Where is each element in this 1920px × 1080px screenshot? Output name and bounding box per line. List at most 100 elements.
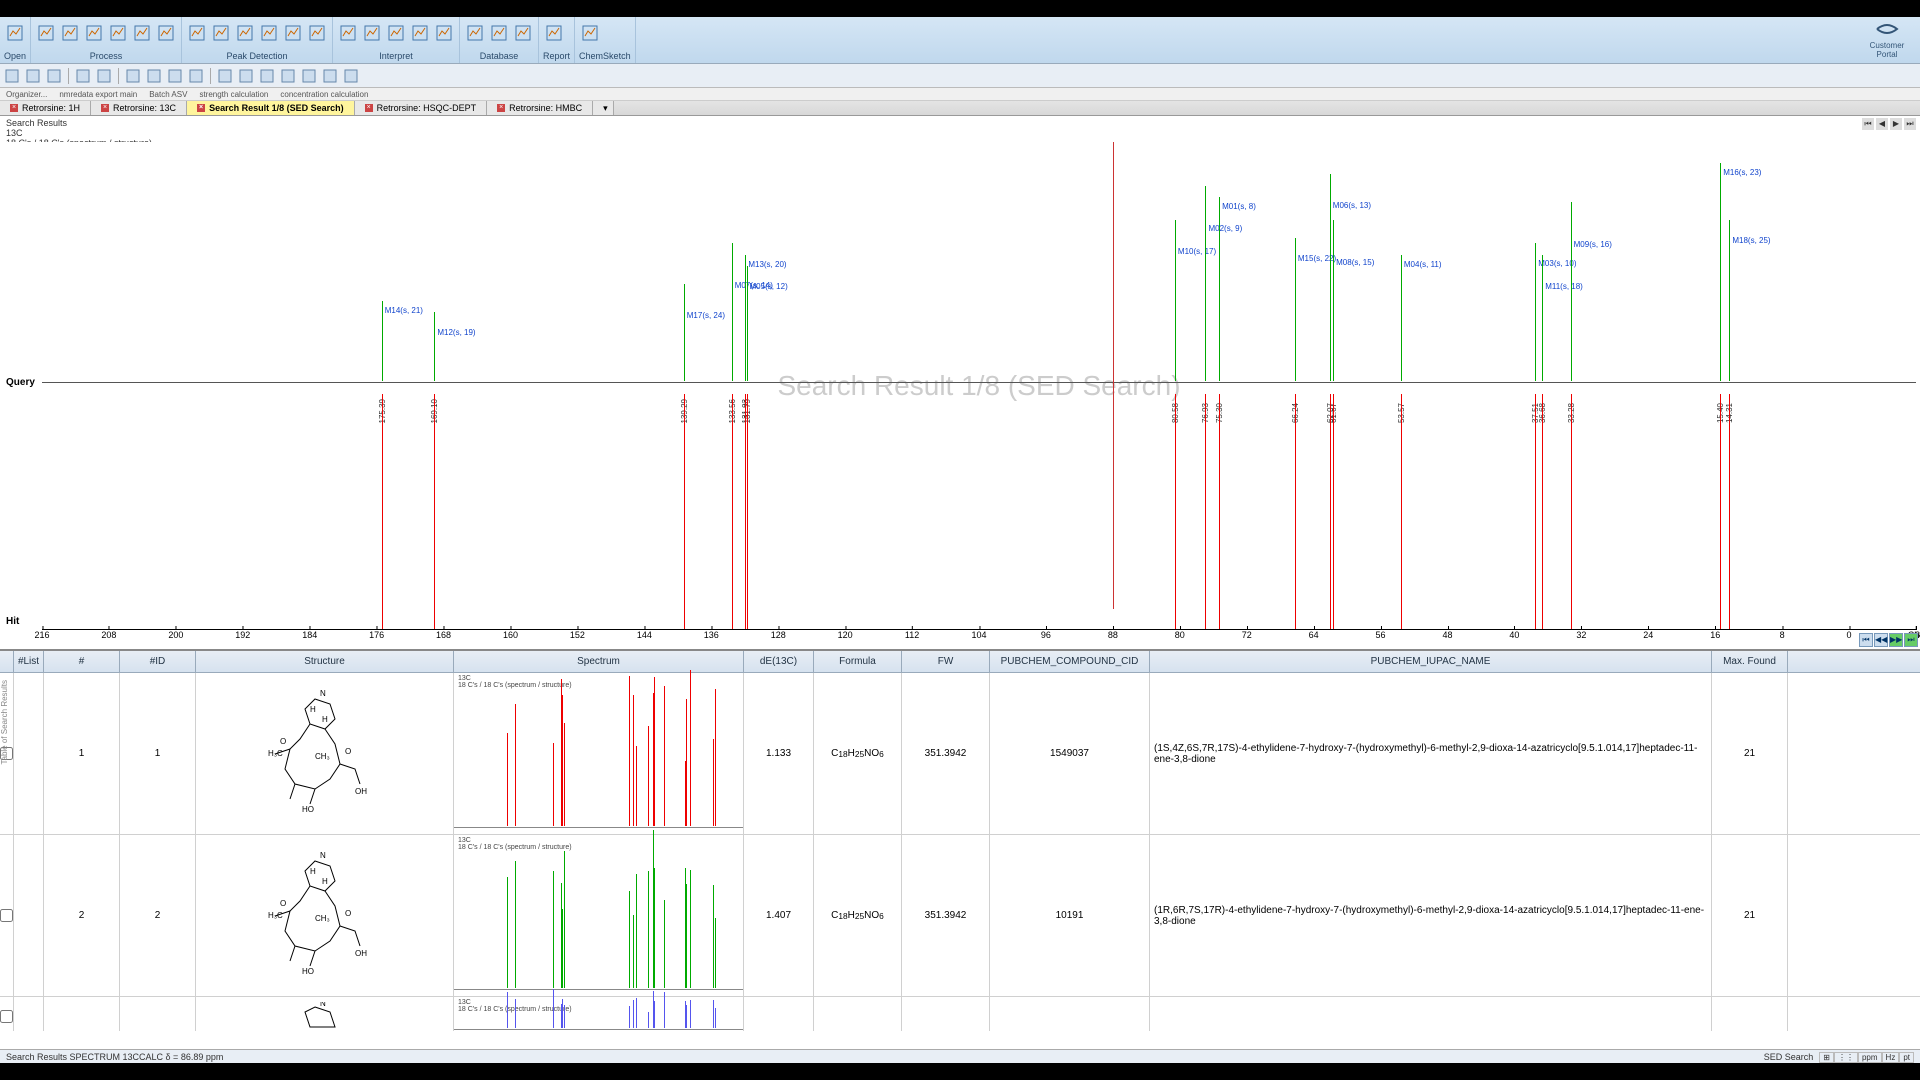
col-header-de-13c-[interactable]: dE(13C) bbox=[744, 651, 814, 672]
svg-text:CH₃: CH₃ bbox=[315, 914, 330, 923]
zoom-fit-button[interactable] bbox=[166, 67, 184, 85]
peak5-button[interactable] bbox=[282, 22, 304, 44]
tb3-item[interactable]: nmredata export main bbox=[59, 90, 137, 99]
mini-spec-label: 13C18 C's / 18 C's (spectrum / structure… bbox=[458, 837, 572, 851]
wave1-button[interactable] bbox=[35, 22, 57, 44]
col-header-pubchem-iupac-name[interactable]: PUBCHEM_IUPAC_NAME bbox=[1150, 651, 1712, 672]
status-button-Hz[interactable]: Hz bbox=[1882, 1052, 1900, 1063]
tab-close-icon[interactable]: × bbox=[497, 104, 505, 112]
wave4-button[interactable] bbox=[107, 22, 129, 44]
spec-nav-last[interactable]: ⏭ bbox=[1904, 633, 1918, 647]
folder-open-icon bbox=[6, 24, 24, 42]
table-row[interactable]: N13C18 C's / 18 C's (spectrum / structur… bbox=[0, 997, 1920, 1031]
redo-button[interactable] bbox=[95, 67, 113, 85]
db2-button[interactable] bbox=[488, 22, 510, 44]
int3-button[interactable] bbox=[385, 22, 407, 44]
peak3-button[interactable] bbox=[234, 22, 256, 44]
tab-close-icon[interactable]: × bbox=[365, 104, 373, 112]
table-row[interactable]: 11NH₃COHOOHOCH₃HH13C18 C's / 18 C's (spe… bbox=[0, 673, 1920, 835]
a5-button[interactable] bbox=[300, 67, 318, 85]
int4-button[interactable] bbox=[409, 22, 431, 44]
tab-close-icon[interactable]: × bbox=[101, 104, 109, 112]
status-button-ppm[interactable]: ppm bbox=[1858, 1052, 1882, 1063]
status-button-⊞[interactable]: ⊞ bbox=[1819, 1052, 1834, 1063]
rep1-button[interactable] bbox=[543, 22, 565, 44]
col-header--id[interactable]: #ID bbox=[120, 651, 196, 672]
new-button[interactable] bbox=[3, 67, 21, 85]
zoom-out-button[interactable] bbox=[145, 67, 163, 85]
wave3-button[interactable] bbox=[83, 22, 105, 44]
spec-nav-next[interactable]: ▶▶ bbox=[1889, 633, 1903, 647]
mini-spectrum: 13C18 C's / 18 C's (spectrum / structure… bbox=[454, 997, 743, 1031]
wave2-button[interactable] bbox=[59, 22, 81, 44]
a1-button[interactable] bbox=[216, 67, 234, 85]
tb3-item[interactable]: strength calculation bbox=[199, 90, 268, 99]
zoom-sel-button[interactable] bbox=[187, 67, 205, 85]
spec-nav-prev[interactable]: ◀◀ bbox=[1874, 633, 1888, 647]
results-grid[interactable]: #List##IDStructureSpectrumdE(13C)Formula… bbox=[0, 650, 1920, 1031]
folder-open-button[interactable] bbox=[4, 22, 26, 44]
open-button[interactable] bbox=[24, 67, 42, 85]
col-header-spectrum[interactable]: Spectrum bbox=[454, 651, 744, 672]
status-button-pt[interactable]: pt bbox=[1899, 1052, 1914, 1063]
tab-close-icon[interactable]: × bbox=[10, 104, 18, 112]
axis-tick: 64 bbox=[1309, 630, 1319, 640]
save-button[interactable] bbox=[45, 67, 63, 85]
tab-retrorsine-hmbc[interactable]: ×Retrorsine: HMBC bbox=[487, 101, 593, 115]
peak2-button[interactable] bbox=[210, 22, 232, 44]
a7-button[interactable] bbox=[342, 67, 360, 85]
db1-button[interactable] bbox=[464, 22, 486, 44]
a6-button[interactable] bbox=[321, 67, 339, 85]
tab-dropdown[interactable]: ▾ bbox=[593, 101, 614, 115]
row-checkbox[interactable] bbox=[0, 835, 14, 996]
spectrum-view[interactable]: Query Hit Search Result 1/8 (SED Search)… bbox=[0, 142, 1920, 650]
undo-button[interactable] bbox=[74, 67, 92, 85]
col-header-max-found[interactable]: Max. Found bbox=[1712, 651, 1788, 672]
spec-nav-first[interactable]: ⏮ bbox=[1859, 633, 1873, 647]
int2-button[interactable] bbox=[361, 22, 383, 44]
col-header-structure[interactable]: Structure bbox=[196, 651, 454, 672]
tb3-item[interactable]: concentration calculation bbox=[280, 90, 368, 99]
nav-prev[interactable]: ◀ bbox=[1876, 118, 1888, 130]
peak-label: M05(s, 12) bbox=[750, 282, 788, 291]
tb3-item[interactable]: Batch ASV bbox=[149, 90, 187, 99]
peak6-button[interactable] bbox=[306, 22, 328, 44]
tab-close-icon[interactable]: × bbox=[197, 104, 205, 112]
int5-button[interactable] bbox=[433, 22, 455, 44]
int1-button[interactable] bbox=[337, 22, 359, 44]
tab-search-result-1-8-sed-search-[interactable]: ×Search Result 1/8 (SED Search) bbox=[187, 101, 355, 115]
nav-last[interactable]: ⏭ bbox=[1904, 118, 1916, 130]
nav-first[interactable]: ⏮ bbox=[1862, 118, 1874, 130]
table-row[interactable]: 22NH₃COHOOHOCH₃HH13C18 C's / 18 C's (spe… bbox=[0, 835, 1920, 997]
zoom-in-button[interactable] bbox=[124, 67, 142, 85]
query-peak bbox=[1542, 255, 1543, 382]
customer-portal-link[interactable]: Customer Portal bbox=[1862, 19, 1912, 59]
wave5-button[interactable] bbox=[131, 22, 153, 44]
status-button-⋮⋮[interactable]: ⋮⋮ bbox=[1834, 1052, 1858, 1063]
a2-button[interactable] bbox=[237, 67, 255, 85]
wave6-button[interactable] bbox=[155, 22, 177, 44]
a4-button[interactable] bbox=[279, 67, 297, 85]
mini-peak bbox=[664, 900, 665, 988]
col-header-formula[interactable]: Formula bbox=[814, 651, 902, 672]
nav-next[interactable]: ▶ bbox=[1890, 118, 1902, 130]
a3-button[interactable] bbox=[258, 67, 276, 85]
db3-button[interactable] bbox=[512, 22, 534, 44]
peak1-button[interactable] bbox=[186, 22, 208, 44]
tab-retrorsine-13c[interactable]: ×Retrorsine: 13C bbox=[91, 101, 187, 115]
col-header-pubchem-compound-cid[interactable]: PUBCHEM_COMPOUND_CID bbox=[990, 651, 1150, 672]
tab-retrorsine-hsqc-dept[interactable]: ×Retrorsine: HSQC-DEPT bbox=[355, 101, 488, 115]
peak4-button[interactable] bbox=[258, 22, 280, 44]
peak-label: M01(s, 8) bbox=[1222, 202, 1256, 211]
mini-spec-label: 13C18 C's / 18 C's (spectrum / structure… bbox=[458, 675, 572, 689]
col-header--[interactable]: # bbox=[44, 651, 120, 672]
a1-icon bbox=[218, 69, 232, 83]
cell-structure: NH₃COHOOHOCH₃HH bbox=[196, 835, 454, 996]
tab-retrorsine-1h[interactable]: ×Retrorsine: 1H bbox=[0, 101, 91, 115]
cs1-button[interactable] bbox=[579, 22, 601, 44]
svg-text:H: H bbox=[322, 715, 328, 724]
col-header-fw[interactable]: FW bbox=[902, 651, 990, 672]
col-header--list[interactable]: #List bbox=[14, 651, 44, 672]
tb3-item[interactable]: Organizer... bbox=[6, 90, 47, 99]
row-checkbox[interactable] bbox=[0, 997, 14, 1031]
